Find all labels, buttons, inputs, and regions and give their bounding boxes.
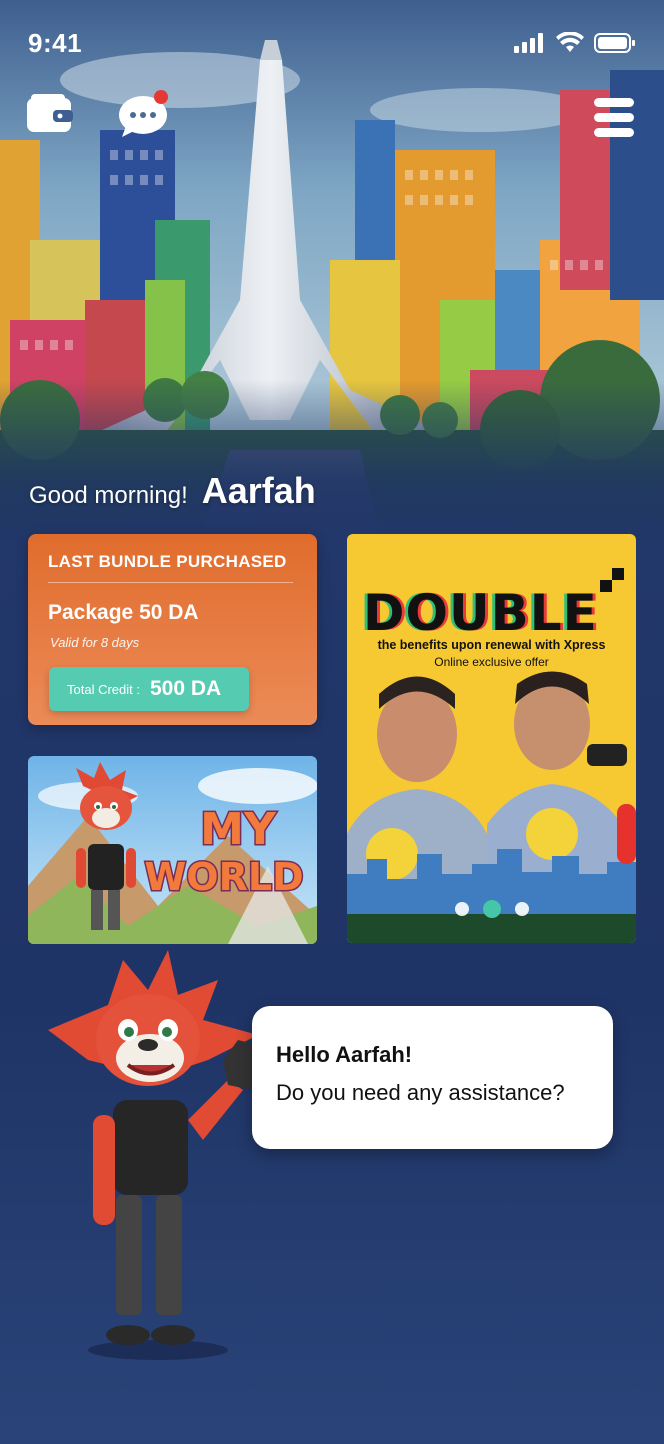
battery-icon (594, 33, 635, 53)
assistant-speech-bubble[interactable]: Hello Aarfah! Do you need any assistance… (252, 1006, 613, 1149)
promo-title: DOUBLE (363, 584, 598, 642)
bundle-heading: LAST BUNDLE PURCHASED (48, 552, 287, 571)
greeting-text: Good morning! (29, 482, 188, 509)
my-world-title-line2: WORLD (144, 855, 303, 899)
chat-bubble-icon[interactable] (118, 90, 170, 138)
credit-label: Total Credit : (67, 681, 140, 697)
assistant-question: Do you need any assistance? (276, 1080, 565, 1105)
total-credit-badge: Total Credit : 500 DA (49, 667, 249, 711)
cellular-signal-icon (514, 33, 543, 53)
bundle-divider (48, 582, 293, 583)
hamburger-menu-icon[interactable] (592, 98, 636, 138)
carousel-indicator (347, 900, 636, 918)
status-time: 9:41 (28, 28, 83, 58)
carousel-dot[interactable] (514, 902, 529, 916)
my-world-title-line1: MY (200, 804, 277, 855)
wifi-icon (556, 32, 584, 52)
credit-value: 500 DA (149, 677, 222, 700)
my-world-game-card[interactable]: MY WORLD (28, 756, 317, 944)
carousel-dot[interactable] (454, 902, 469, 916)
carousel-dot-active[interactable] (482, 900, 501, 918)
wallet-icon[interactable] (27, 94, 73, 134)
promo-note: Online exclusive offer (434, 655, 549, 669)
double-promo-banner[interactable]: DOUBLE the benefits upon renewal with Xp… (347, 534, 636, 943)
greeting: Good morning! Aarfah (29, 470, 316, 512)
last-bundle-card[interactable]: LAST BUNDLE PURCHASED Package 50 DA Vali… (28, 534, 317, 725)
bundle-package: Package 50 DA (48, 601, 199, 624)
status-bar: 9:41 (0, 22, 664, 66)
assistant-greeting: Hello Aarfah! (276, 1042, 413, 1067)
promo-subtitle: the benefits upon renewal with Xpress (377, 638, 606, 652)
bundle-validity: Valid for 8 days (50, 635, 140, 650)
notification-dot (154, 90, 168, 104)
home-screen: 9:41 Good morning! Aarfah LAST BUNDLE PU… (0, 0, 664, 1444)
user-name: Aarfah (201, 470, 316, 511)
assistant-mascot[interactable] (28, 950, 278, 1370)
city-hero-illustration (0, 0, 664, 540)
